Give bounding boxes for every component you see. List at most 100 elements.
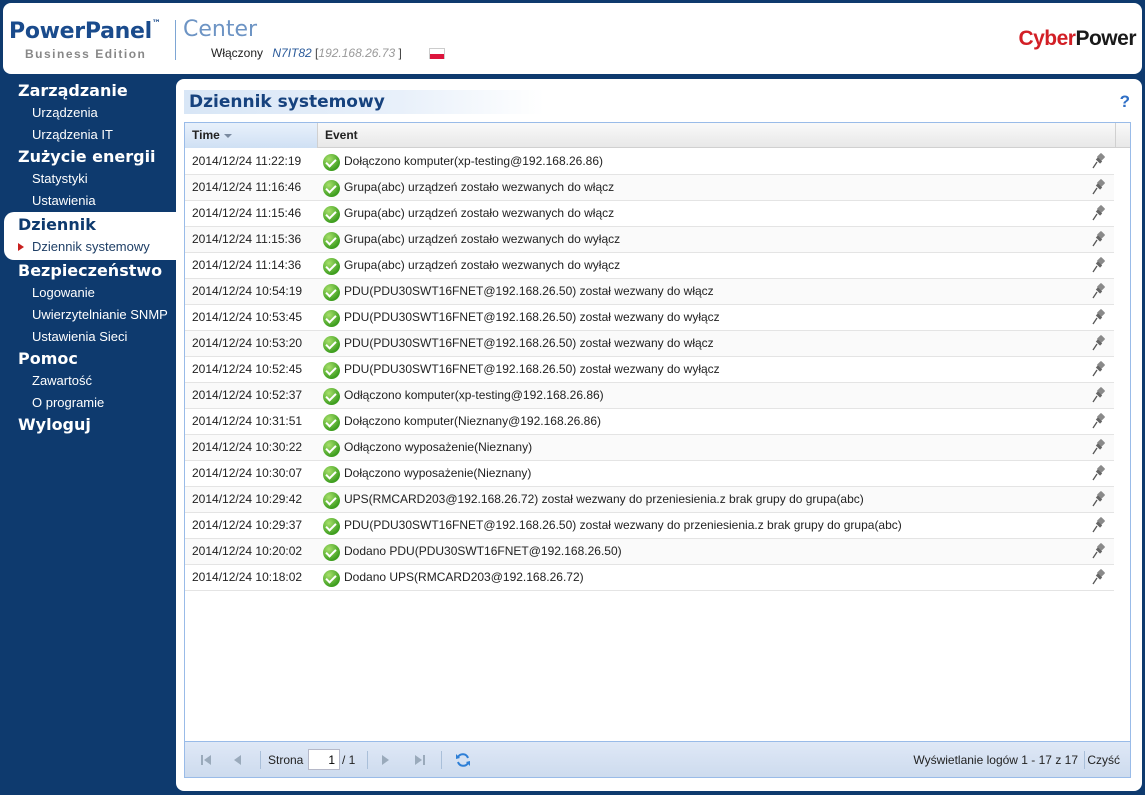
cell-time: 2014/12/24 10:53:45	[192, 310, 303, 324]
nav-section-zarzadzanie[interactable]: Zarządzanie	[0, 80, 176, 102]
cell-event: Dołączono komputer(xp-testing@192.168.26…	[344, 154, 603, 168]
table-row[interactable]: 2014/12/24 11:16:46 Grupa(abc) urządzeń z…	[185, 175, 1114, 201]
table-row[interactable]: 2014/12/24 10:18:02 Dodano UPS(RMCARD203@…	[185, 565, 1114, 591]
paging-toolbar: Strona 1 / 1 Wyświetlanie logów 1 - 17 z…	[184, 742, 1131, 778]
column-header-event[interactable]: Event	[319, 123, 1116, 148]
pin-icon[interactable]	[1092, 517, 1106, 533]
cell-time: 2014/12/24 11:14:36	[192, 258, 302, 272]
pin-icon[interactable]	[1092, 153, 1106, 169]
nav-item-logowanie[interactable]: Logowanie	[0, 282, 176, 304]
table-row[interactable]: 2014/12/24 10:29:42 UPS(RMCARD203@192.168…	[185, 487, 1114, 513]
toolbar-separator	[441, 751, 442, 769]
table-row[interactable]: 2014/12/24 11:15:46 Grupa(abc) urządzeń z…	[185, 201, 1114, 227]
help-icon[interactable]: ?	[1120, 92, 1130, 112]
nav-item-ustawienia-sieci[interactable]: Ustawienia Sieci	[0, 326, 176, 348]
pin-icon[interactable]	[1092, 439, 1106, 455]
cell-time: 2014/12/24 11:16:46	[192, 180, 302, 194]
nav-section-bezpieczenstwo[interactable]: Bezpieczeństwo	[0, 260, 176, 282]
selected-arrow-icon	[18, 243, 24, 251]
clear-button[interactable]: Czyść	[1087, 753, 1120, 767]
prev-page-icon[interactable]	[231, 753, 245, 767]
cell-event: Dodano PDU(PDU30SWT16FNET@192.168.26.50)	[344, 544, 622, 558]
table-row[interactable]: 2014/12/24 10:52:45 PDU(PDU30SWT16FNET@19…	[185, 357, 1114, 383]
pin-icon[interactable]	[1092, 413, 1106, 429]
nav-item-o-programie[interactable]: O programie	[0, 392, 176, 414]
success-check-icon	[323, 154, 340, 171]
table-row[interactable]: 2014/12/24 11:15:36 Grupa(abc) urządzeń z…	[185, 227, 1114, 253]
poland-flag-icon[interactable]	[429, 48, 445, 59]
cell-time: 2014/12/24 10:29:42	[192, 492, 303, 506]
sidebar: Zarządzanie Urządzenia Urządzenia IT Zuż…	[0, 80, 176, 436]
table-row[interactable]: 2014/12/24 10:30:22 Odłączono wyposażenie…	[185, 435, 1114, 461]
cell-time: 2014/12/24 10:52:45	[192, 362, 303, 376]
success-check-icon	[323, 544, 340, 561]
page-number-input[interactable]: 1	[308, 749, 340, 770]
pin-icon[interactable]	[1092, 465, 1106, 481]
success-check-icon	[323, 284, 340, 301]
success-check-icon	[323, 206, 340, 223]
cell-event: Grupa(abc) urządzeń zostało wezwanych do…	[344, 258, 621, 272]
last-page-icon[interactable]	[413, 753, 427, 767]
table-row[interactable]: 2014/12/24 11:22:19 Dołączono komputer(xp…	[185, 149, 1114, 175]
pin-icon[interactable]	[1092, 179, 1106, 195]
column-header-time[interactable]: Time	[185, 123, 318, 148]
logo-edition: Business Edition	[25, 47, 147, 61]
success-check-icon	[323, 466, 340, 483]
nav-section-zuzycie-energii[interactable]: Zużycie energii	[0, 146, 176, 168]
page-total: / 1	[342, 753, 356, 767]
nav-item-urzadzenia[interactable]: Urządzenia	[0, 102, 176, 124]
pin-icon[interactable]	[1092, 309, 1106, 325]
grid-header: Time Event	[185, 123, 1130, 148]
nav-section-wyloguj[interactable]: Wyloguj	[0, 414, 176, 436]
cell-event: Dodano UPS(RMCARD203@192.168.26.72)	[344, 570, 584, 584]
nav-item-ustawienia[interactable]: Ustawienia	[0, 190, 176, 212]
nav-section-dziennik[interactable]: Dziennik	[4, 214, 176, 236]
toolbar-separator	[367, 751, 368, 769]
nav-item-uwierzytelnianie-snmp[interactable]: Uwierzytelnianie SNMP	[0, 304, 176, 326]
table-row[interactable]: 2014/12/24 10:53:20 PDU(PDU30SWT16FNET@19…	[185, 331, 1114, 357]
table-row[interactable]: 2014/12/24 10:20:02 Dodano PDU(PDU30SWT16…	[185, 539, 1114, 565]
table-row[interactable]: 2014/12/24 10:31:51 Dołączono komputer(Ni…	[185, 409, 1114, 435]
sort-desc-icon	[223, 133, 232, 138]
success-check-icon	[323, 492, 340, 509]
pin-icon[interactable]	[1092, 387, 1106, 403]
pin-icon[interactable]	[1092, 569, 1106, 585]
table-row[interactable]: 2014/12/24 10:52:37 Odłączono komputer(xp…	[185, 383, 1114, 409]
nav-item-zawartosc[interactable]: Zawartość	[0, 370, 176, 392]
pin-icon[interactable]	[1092, 361, 1106, 377]
success-check-icon	[323, 310, 340, 327]
pin-icon[interactable]	[1092, 205, 1106, 221]
cell-event: PDU(PDU30SWT16FNET@192.168.26.50) został…	[344, 336, 714, 350]
first-page-icon[interactable]	[199, 753, 213, 767]
next-page-icon[interactable]	[378, 753, 392, 767]
table-row[interactable]: 2014/12/24 10:54:19 PDU(PDU30SWT16FNET@19…	[185, 279, 1114, 305]
pin-icon[interactable]	[1092, 231, 1106, 247]
pin-icon[interactable]	[1092, 257, 1106, 273]
toolbar-separator	[260, 751, 261, 769]
table-row[interactable]: 2014/12/24 10:30:07 Dołączono wyposażenie…	[185, 461, 1114, 487]
cell-time: 2014/12/24 10:29:37	[192, 518, 303, 532]
toolbar-separator	[1084, 751, 1085, 769]
table-row[interactable]: 2014/12/24 11:14:36 Grupa(abc) urządzeń z…	[185, 253, 1114, 279]
nav-item-statystyki[interactable]: Statystyki	[0, 168, 176, 190]
cell-time: 2014/12/24 10:30:22	[192, 440, 303, 454]
nav-item-urzadzenia-it[interactable]: Urządzenia IT	[0, 124, 176, 146]
page-label: Strona	[268, 753, 304, 767]
success-check-icon	[323, 570, 340, 587]
pin-icon[interactable]	[1092, 491, 1106, 507]
cell-time: 2014/12/24 11:22:19	[192, 154, 302, 168]
status-line: Włączony N7IT82 [192.168.26.73 ]	[211, 46, 402, 60]
pin-icon[interactable]	[1092, 335, 1106, 351]
pin-icon[interactable]	[1092, 283, 1106, 299]
table-row[interactable]: 2014/12/24 10:53:45 PDU(PDU30SWT16FNET@19…	[185, 305, 1114, 331]
success-check-icon	[323, 232, 340, 249]
nav-item-dziennik-systemowy[interactable]: Dziennik systemowy	[4, 236, 176, 258]
cell-event: UPS(RMCARD203@192.168.26.72) został wezw…	[344, 492, 864, 506]
bracket-close: ]	[395, 46, 402, 60]
pin-icon[interactable]	[1092, 543, 1106, 559]
app-header: PowerPanel™ Business Edition Center Włąc…	[3, 3, 1142, 74]
success-check-icon	[323, 518, 340, 535]
nav-section-pomoc[interactable]: Pomoc	[0, 348, 176, 370]
table-row[interactable]: 2014/12/24 10:29:37 PDU(PDU30SWT16FNET@19…	[185, 513, 1114, 539]
refresh-icon[interactable]	[455, 752, 471, 768]
